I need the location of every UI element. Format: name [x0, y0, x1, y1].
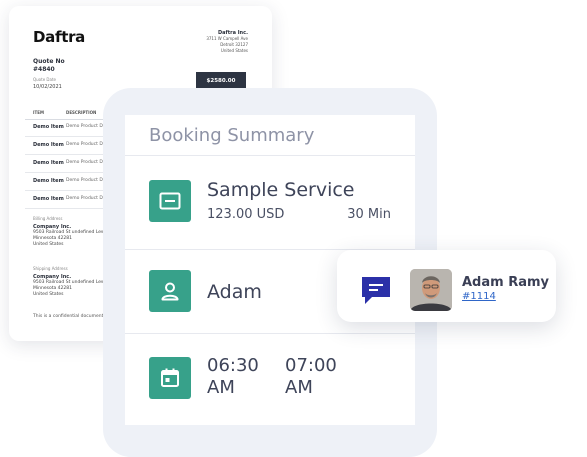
quote-logo: Daftra [33, 28, 85, 46]
service-duration: 30 Min [347, 207, 391, 222]
staff-name: Adam [207, 281, 262, 303]
service-name: Sample Service [207, 179, 355, 201]
quote-date: 10/02/2021 [33, 84, 62, 90]
row-item: Demo Item [33, 196, 64, 202]
row-description: Demo Product Des [66, 142, 108, 147]
row-item: Demo Item [33, 178, 64, 184]
client-card[interactable]: Adam Ramy #1114 [337, 250, 556, 322]
end-time: 07:00 AM [285, 355, 337, 399]
ticket-icon [149, 180, 191, 222]
row-item: Demo Item [33, 160, 64, 166]
calendar-icon [149, 357, 191, 399]
client-name: Adam Ramy [462, 275, 550, 290]
quote-date-label: Quote Date [33, 77, 56, 82]
quote-company-address-line: United States [220, 48, 248, 53]
row-description: Demo Product Des [66, 160, 108, 165]
client-id-link[interactable]: #1114 [462, 291, 496, 302]
quote-footer: This is a confidential document [33, 314, 104, 319]
end-time-value: 07:00 [285, 355, 337, 376]
start-time-value: 06:30 [207, 355, 259, 376]
divider [125, 333, 415, 334]
start-time: 06:30 AM [207, 355, 259, 399]
quote-number-label: Quote No [33, 58, 65, 65]
service-price: 123.00 USD [207, 207, 285, 222]
end-time-period: AM [285, 377, 313, 398]
booking-summary-title: Booking Summary [149, 125, 315, 146]
stage: Daftra Daftra Inc. 3711 W Campell Ave De… [0, 0, 587, 457]
row-description: Demo Product Des [66, 178, 108, 183]
row-description: Demo Product Des [66, 196, 108, 201]
row-item: Demo Item [33, 124, 64, 130]
quote-company-info: Daftra Inc. 3711 W Campell Ave Detroit 3… [128, 30, 248, 54]
col-description: DESCRIPTION [66, 110, 97, 115]
chat-icon[interactable] [359, 274, 393, 310]
avatar [410, 269, 452, 311]
row-item: Demo Item [33, 142, 64, 148]
col-item: ITEM [33, 110, 44, 115]
quote-number: #4840 [33, 66, 55, 73]
divider [125, 155, 415, 156]
user-icon [149, 270, 191, 312]
start-time-period: AM [207, 377, 235, 398]
row-description: Demo Product Des [66, 124, 108, 129]
